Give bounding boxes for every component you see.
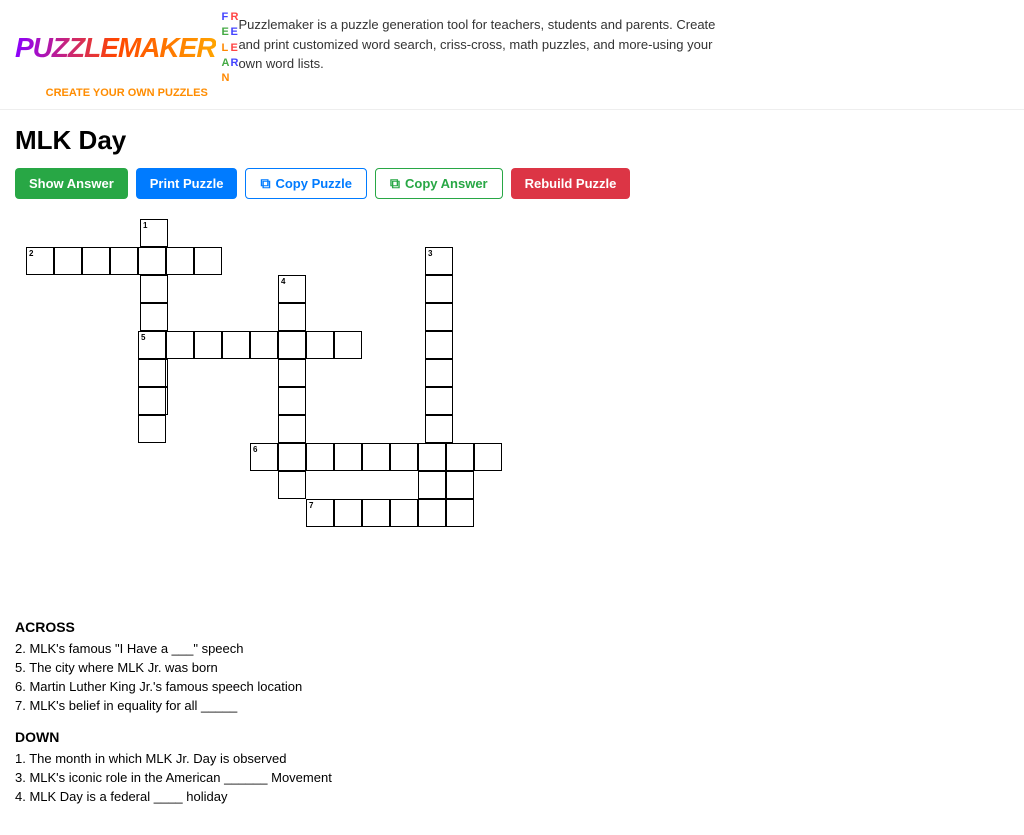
copy-puzzle-icon: ⧉ bbox=[260, 175, 270, 192]
across-heading: ACROSS bbox=[15, 619, 1009, 635]
cell-6-7[interactable] bbox=[418, 443, 446, 471]
cell-4-2[interactable] bbox=[278, 303, 306, 331]
cell-6-b3[interactable] bbox=[446, 471, 474, 499]
clue-across-6: 6. Martin Luther King Jr.'s famous speec… bbox=[15, 679, 1009, 694]
cell-7-4[interactable] bbox=[390, 499, 418, 527]
cell-2-2[interactable] bbox=[54, 247, 82, 275]
cell-6-8[interactable] bbox=[446, 443, 474, 471]
cell-3-7[interactable] bbox=[425, 415, 453, 443]
cell-2-4[interactable] bbox=[110, 247, 138, 275]
cell-5-8[interactable] bbox=[334, 331, 362, 359]
clues-section: ACROSS 2. MLK's famous "I Have a ___" sp… bbox=[15, 619, 1009, 804]
clue-across-7: 7. MLK's belief in equality for all ____… bbox=[15, 698, 1009, 713]
copy-answer-button[interactable]: ⧉ Copy Answer bbox=[375, 168, 503, 199]
cell-3-5[interactable] bbox=[425, 359, 453, 387]
toolbar: Show Answer Print Puzzle ⧉ Copy Puzzle ⧉… bbox=[15, 168, 1009, 199]
cell-5-1[interactable]: 5 bbox=[138, 331, 166, 359]
down-heading: DOWN bbox=[15, 729, 1009, 745]
cell-4-4[interactable] bbox=[278, 359, 306, 387]
cell-3-4[interactable] bbox=[425, 331, 453, 359]
cell-5-5[interactable] bbox=[250, 331, 278, 359]
copy-puzzle-button[interactable]: ⧉ Copy Puzzle bbox=[245, 168, 367, 199]
cell-5-4[interactable] bbox=[222, 331, 250, 359]
cell-2-1[interactable]: 2 bbox=[26, 247, 54, 275]
cell-extra-2[interactable] bbox=[138, 387, 166, 415]
cell-5-3[interactable] bbox=[194, 331, 222, 359]
cell-4-1[interactable]: 4 bbox=[278, 275, 306, 303]
copy-answer-icon: ⧉ bbox=[390, 175, 400, 192]
cell-2-7[interactable] bbox=[194, 247, 222, 275]
cell-extra-1[interactable] bbox=[138, 359, 166, 387]
logo-subtitle: CREATE YOUR OWN PUZZLES bbox=[46, 87, 208, 99]
cell-5-2[interactable] bbox=[166, 331, 194, 359]
cell-7-3[interactable] bbox=[362, 499, 390, 527]
cell-4-5[interactable] bbox=[278, 387, 306, 415]
cell-6-3[interactable] bbox=[306, 443, 334, 471]
cell-3-3[interactable] bbox=[425, 303, 453, 331]
cell-4-6[interactable] bbox=[278, 415, 306, 443]
clue-down-4: 4. MLK Day is a federal ____ holiday bbox=[15, 789, 1009, 804]
page-title: MLK Day bbox=[15, 125, 1009, 156]
cell-3-2[interactable] bbox=[425, 275, 453, 303]
clue-down-3: 3. MLK's iconic role in the American ___… bbox=[15, 770, 1009, 785]
cell-6-1[interactable]: 6 bbox=[250, 443, 278, 471]
cell-2-3[interactable] bbox=[82, 247, 110, 275]
cell-5-6[interactable] bbox=[278, 331, 306, 359]
clue-across-5: 5. The city where MLK Jr. was born bbox=[15, 660, 1009, 675]
logo-text: PUZZLEMAKER bbox=[15, 32, 216, 64]
header-description: Puzzlemaker is a puzzle generation tool … bbox=[238, 15, 738, 74]
header: PUZZLEMAKER FR EE LE AR N CREATE YOUR OW… bbox=[0, 0, 1024, 110]
cell-1-1[interactable]: 1 bbox=[140, 219, 168, 247]
cell-3-1[interactable]: 3 bbox=[425, 247, 453, 275]
cell-2-6[interactable] bbox=[166, 247, 194, 275]
logo-grid: FR EE LE AR N bbox=[222, 10, 239, 85]
cell-6-6[interactable] bbox=[390, 443, 418, 471]
crossword-puzzle: 1 2 3 4 bbox=[25, 219, 545, 589]
main-content: MLK Day Show Answer Print Puzzle ⧉ Copy … bbox=[0, 110, 1024, 835]
cell-7-5[interactable] bbox=[418, 499, 446, 527]
cell-6-5[interactable] bbox=[362, 443, 390, 471]
across-clues-group: ACROSS 2. MLK's famous "I Have a ___" sp… bbox=[15, 619, 1009, 713]
cell-1-3[interactable] bbox=[140, 275, 168, 303]
cell-7-6[interactable] bbox=[446, 499, 474, 527]
cell-1-4[interactable] bbox=[140, 303, 168, 331]
print-puzzle-button[interactable]: Print Puzzle bbox=[136, 168, 238, 199]
cell-2-5[interactable] bbox=[138, 247, 166, 275]
cell-extra-3[interactable] bbox=[138, 415, 166, 443]
cell-6-4[interactable] bbox=[334, 443, 362, 471]
cell-6-2[interactable] bbox=[278, 443, 306, 471]
cell-6-b2[interactable] bbox=[418, 471, 446, 499]
clue-across-2: 2. MLK's famous "I Have a ___" speech bbox=[15, 641, 1009, 656]
show-answer-button[interactable]: Show Answer bbox=[15, 168, 128, 199]
cell-5-7[interactable] bbox=[306, 331, 334, 359]
down-clues-group: DOWN 1. The month in which MLK Jr. Day i… bbox=[15, 729, 1009, 804]
cell-6-9[interactable] bbox=[474, 443, 502, 471]
logo-wrapper: PUZZLEMAKER FR EE LE AR N CREATE YOUR OW… bbox=[15, 10, 238, 99]
clue-down-1: 1. The month in which MLK Jr. Day is obs… bbox=[15, 751, 1009, 766]
cell-7-1[interactable]: 7 bbox=[306, 499, 334, 527]
cell-3-6[interactable] bbox=[425, 387, 453, 415]
cell-6-b1[interactable] bbox=[278, 471, 306, 499]
cell-7-2[interactable] bbox=[334, 499, 362, 527]
rebuild-puzzle-button[interactable]: Rebuild Puzzle bbox=[511, 168, 631, 199]
